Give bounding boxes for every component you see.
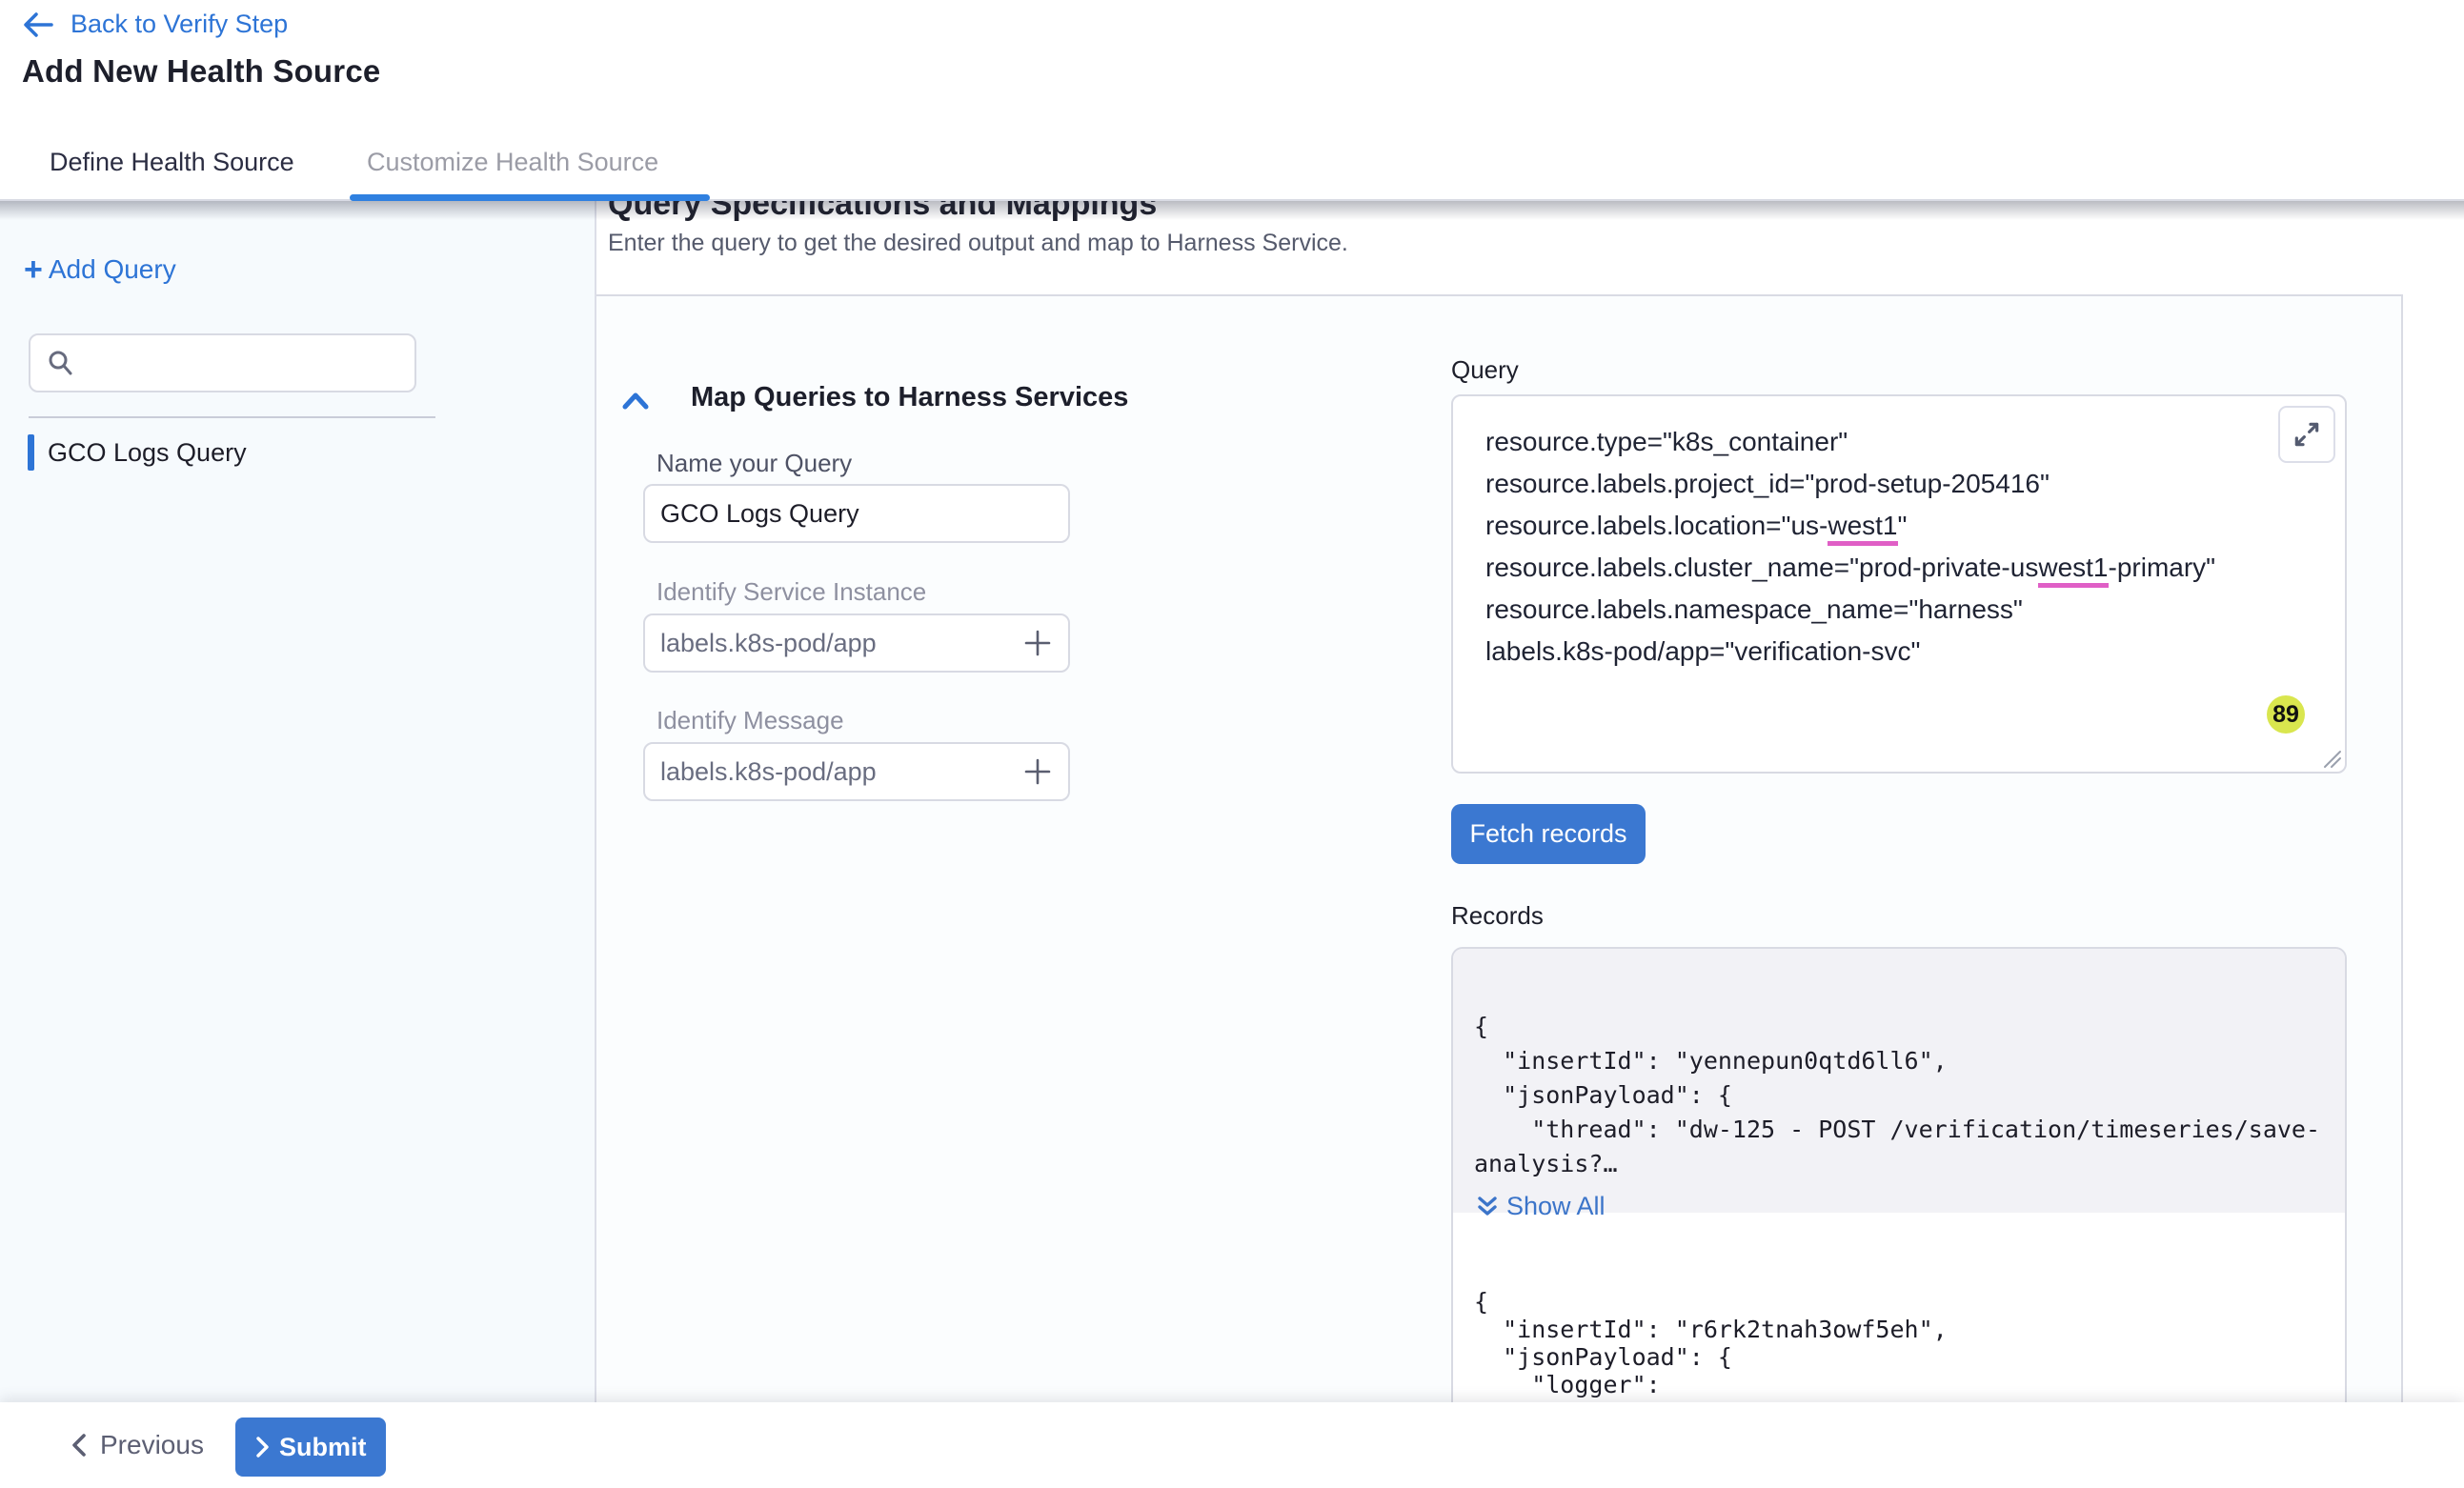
record-json-line: { — [1474, 1010, 2326, 1044]
record-json-line: analysis?… — [1474, 1147, 2326, 1181]
identify-message-label: Identify Message — [656, 706, 844, 735]
add-query-label: Add Query — [49, 254, 176, 285]
name-your-query-label: Name your Query — [656, 449, 852, 478]
query-line: resource.type="k8s_container" — [1485, 421, 2305, 463]
record-json-line: "jsonPayload": { — [1474, 1343, 2326, 1371]
tab-bar: Define Health Source Customize Health So… — [0, 124, 2464, 201]
search-icon — [46, 349, 74, 377]
add-message-field-button[interactable] — [1022, 756, 1053, 787]
query-line: labels.k8s-pod/app="verification-svc" — [1485, 631, 2305, 673]
record-json-line: { — [1474, 1288, 2326, 1316]
query-search-box — [29, 333, 416, 392]
record-card: { "insertId": "yennepun0qtd6ll6", "jsonP… — [1453, 949, 2345, 1213]
sidebar-item-gco-logs-query[interactable]: GCO Logs Query — [28, 433, 247, 472]
query-line: resource.labels.cluster_name="prod-priva… — [1485, 547, 2305, 589]
record-json-line: "insertId": "yennepun0qtd6ll6", — [1474, 1044, 2326, 1078]
submit-button[interactable]: Submit — [235, 1418, 386, 1477]
plus-icon: + — [24, 256, 43, 283]
record-card: { "insertId": "r6rk2tnah3owf5eh", "jsonP… — [1453, 1288, 2345, 1402]
show-all-link[interactable]: Show All — [1476, 1189, 2326, 1223]
record-json: { "insertId": "yennepun0qtd6ll6", "jsonP… — [1474, 1010, 2326, 1181]
submit-label: Submit — [279, 1433, 367, 1462]
chevron-left-icon — [70, 1432, 89, 1458]
records-label: Records — [1451, 901, 1544, 931]
query-text: resource.type="k8s_container"resource.la… — [1485, 421, 2305, 673]
record-json-line: "insertId": "r6rk2tnah3owf5eh", — [1474, 1316, 2326, 1343]
selected-indicator-bar — [28, 434, 34, 471]
page-title: Add New Health Source — [22, 53, 380, 90]
query-line: resource.labels.project_id="prod-setup-2… — [1485, 463, 2305, 505]
record-json-line: "logger": — [1474, 1371, 2326, 1398]
expand-query-button[interactable] — [2278, 406, 2335, 463]
chevron-right-icon — [254, 1436, 270, 1458]
record-json: { "insertId": "r6rk2tnah3owf5eh", "jsonP… — [1474, 1288, 2326, 1402]
query-label: Query — [1451, 355, 1519, 385]
section-title: Query Specifications and Mappings — [608, 201, 1157, 223]
previous-label: Previous — [100, 1430, 204, 1460]
query-mapping-panel: Map Queries to Harness Services Name you… — [596, 294, 2403, 1402]
section-subtitle: Enter the query to get the desired outpu… — [608, 230, 1348, 257]
footer-bar: Previous Submit — [0, 1402, 2464, 1488]
identify-service-instance-label: Identify Service Instance — [656, 577, 926, 607]
back-link-label: Back to Verify Step — [71, 10, 288, 39]
back-arrow-icon — [22, 10, 54, 39]
character-count-badge: 89 — [2267, 695, 2305, 734]
textarea-resize-handle[interactable] — [2321, 748, 2342, 769]
query-line: resource.labels.location="us-west1" — [1485, 505, 2305, 547]
message-input[interactable]: labels.k8s-pod/app — [643, 742, 1070, 801]
query-line: resource.labels.namespace_name="harness" — [1485, 589, 2305, 631]
previous-button[interactable]: Previous — [70, 1416, 204, 1475]
service-instance-input[interactable]: labels.k8s-pod/app — [643, 613, 1070, 673]
add-service-instance-field-button[interactable] — [1022, 628, 1053, 658]
query-item-label: GCO Logs Query — [48, 438, 247, 468]
service-instance-placeholder: labels.k8s-pod/app — [660, 629, 877, 658]
active-tab-underline — [350, 194, 710, 201]
sidebar-divider — [29, 416, 435, 418]
collapse-section-button[interactable] — [618, 388, 653, 416]
fetch-records-button[interactable]: Fetch records — [1451, 804, 1646, 864]
tab-customize-health-source[interactable]: Customize Health Source — [367, 124, 658, 201]
add-query-button[interactable]: + Add Query — [24, 254, 176, 285]
record-json-line: "jsonPayload": { — [1474, 1078, 2326, 1113]
record-json-line: "thread": "dw-125 - POST /verification/t… — [1474, 1113, 2326, 1147]
query-sidebar: + Add Query GCO Logs Query — [0, 201, 596, 1402]
query-textarea[interactable]: resource.type="k8s_container"resource.la… — [1451, 394, 2347, 774]
double-chevron-down-icon — [1476, 1193, 1499, 1219]
message-placeholder: labels.k8s-pod/app — [660, 757, 877, 787]
page-header: Back to Verify Step Add New Health Sourc… — [0, 0, 2464, 124]
content-region: Query Specifications and Mappings Enter … — [0, 201, 2464, 1402]
search-input[interactable] — [86, 350, 400, 377]
map-queries-section-title: Map Queries to Harness Services — [691, 382, 1128, 413]
fullscreen-expand-icon — [2292, 419, 2322, 450]
chevron-up-icon — [618, 388, 653, 416]
tab-define-health-source[interactable]: Define Health Source — [50, 124, 294, 201]
back-to-verify-step-link[interactable]: Back to Verify Step — [22, 10, 288, 39]
query-name-input[interactable]: GCO Logs Query — [643, 484, 1070, 543]
show-all-label: Show All — [1506, 1189, 1606, 1223]
query-name-value: GCO Logs Query — [660, 499, 859, 529]
records-container: { "insertId": "yennepun0qtd6ll6", "jsonP… — [1451, 947, 2347, 1402]
